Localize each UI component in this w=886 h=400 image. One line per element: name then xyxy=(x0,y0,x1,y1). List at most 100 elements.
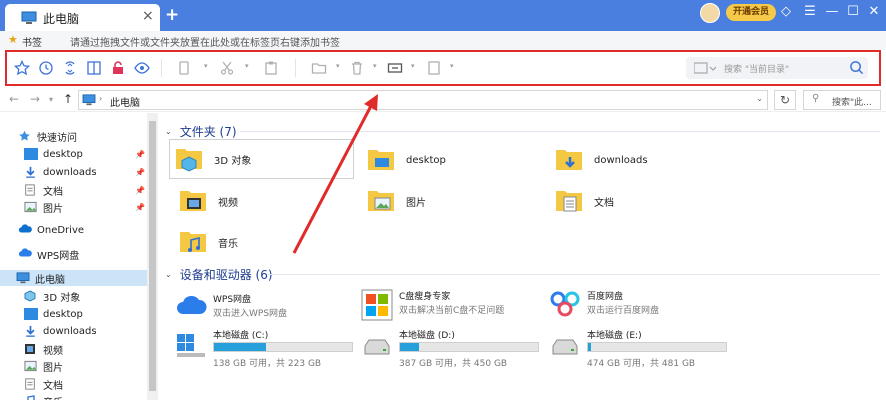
drive-usage-bar xyxy=(399,342,539,352)
pin-icon[interactable]: 📌 xyxy=(135,168,145,177)
sidebar-item-music[interactable]: 音乐 xyxy=(24,393,63,400)
chevron-down-icon[interactable]: ⌄ xyxy=(165,127,172,136)
section-divider xyxy=(268,274,880,275)
drive-usage-fill xyxy=(214,343,267,351)
sidebar-item-label: 视频 xyxy=(43,345,63,357)
bookmark-star-icon: ★ xyxy=(8,33,18,46)
minimize-button[interactable]: — xyxy=(822,3,842,21)
pin-icon[interactable]: 📌 xyxy=(135,186,145,195)
sidebar-item-quick-access[interactable]: 快速访问 xyxy=(18,128,77,144)
folder-downloads[interactable]: downloads xyxy=(554,141,648,179)
drive-usage-fill xyxy=(400,343,420,351)
folder-label: 3D 对象 xyxy=(214,155,252,167)
folder-pictures-icon xyxy=(366,185,398,217)
folder-3d-objects[interactable]: 3D 对象 xyxy=(169,139,354,179)
sidebar-item-label: 图片 xyxy=(43,362,63,374)
vip-button[interactable]: 开通会员 xyxy=(726,4,777,21)
address-search-input[interactable]: 搜索"此... xyxy=(832,95,872,108)
address-search[interactable]: ⚲ 搜索"此... xyxy=(803,90,881,110)
drive-free-space: 387 GB 可用，共 450 GB xyxy=(399,359,508,369)
scrollbar-thumb[interactable] xyxy=(149,121,156,391)
sidebar-item-label: downloads xyxy=(43,325,97,337)
app-wps-drive[interactable]: WPS网盘 双击进入WPS网盘 xyxy=(175,292,355,322)
sidebar-item-pc-pictures[interactable]: 图片 xyxy=(24,358,63,374)
hard-drive-icon xyxy=(361,328,393,361)
maximize-button[interactable]: ☐ xyxy=(843,3,863,21)
address-field[interactable]: › 此电脑 ⌄ xyxy=(78,90,768,110)
close-tab-button[interactable]: × xyxy=(142,8,154,24)
cloud-icon xyxy=(18,224,32,236)
skin-icon[interactable]: ◇ xyxy=(776,3,796,21)
desktop-icon xyxy=(24,148,38,160)
refresh-button[interactable]: ↻ xyxy=(774,90,796,110)
computer-icon xyxy=(82,94,96,109)
title-bar: 此电脑 × + 开通会员 ◇ ☰ — ☐ ✕ xyxy=(0,0,886,31)
app-c-cleaner[interactable]: C盘瘦身专家 双击解决当前C盘不足问题 xyxy=(361,289,541,323)
sidebar-item-videos[interactable]: 视频 xyxy=(24,341,63,357)
breadcrumb-chevron-icon[interactable]: › xyxy=(99,94,102,103)
drive-name: 本地磁盘 (E:) xyxy=(587,331,642,341)
sidebar-item-pictures[interactable]: 图片 xyxy=(24,199,63,215)
drive-c[interactable]: 本地磁盘 (C:) 138 GB 可用，共 223 GB xyxy=(175,328,355,369)
menu-icon[interactable]: ☰ xyxy=(800,3,820,21)
cube-icon xyxy=(24,290,38,302)
chevron-down-icon[interactable]: ⌄ xyxy=(165,270,172,279)
highlight-annotation-box xyxy=(5,50,881,86)
sidebar-item-pc-downloads[interactable]: downloads xyxy=(24,323,97,339)
new-tab-button[interactable]: + xyxy=(165,5,179,25)
folders-header-label: 文件夹 (7) xyxy=(179,125,237,139)
tab-this-pc[interactable]: 此电脑 × xyxy=(5,4,160,31)
recent-chevron-icon[interactable]: ▾ xyxy=(49,95,53,104)
folder-videos[interactable]: 视频 xyxy=(178,182,238,220)
address-bar: ← → ▾ ↑ › 此电脑 ⌄ ↻ ⚲ 搜索"此... xyxy=(0,88,886,112)
devices-section-header[interactable]: ⌄ 设备和驱动器 (6) xyxy=(165,266,273,283)
section-divider xyxy=(240,131,880,132)
sidebar-item-downloads[interactable]: downloads xyxy=(24,164,97,180)
search-icon: ⚲ xyxy=(812,93,820,104)
drive-name: 本地磁盘 (D:) xyxy=(399,331,455,341)
pin-icon[interactable]: 📌 xyxy=(135,203,145,212)
bookmark-label[interactable]: 书签 xyxy=(22,34,42,49)
sidebar-item-desktop[interactable]: desktop xyxy=(24,146,83,162)
up-button[interactable]: ↑ xyxy=(63,92,73,106)
avatar[interactable] xyxy=(700,3,720,23)
folder-documents[interactable]: 文档 xyxy=(554,182,614,220)
sidebar-scrollbar[interactable] xyxy=(147,113,158,400)
back-button[interactable]: ← xyxy=(9,92,19,106)
cloud-icon xyxy=(18,248,32,260)
drive-d[interactable]: 本地磁盘 (D:) 387 GB 可用，共 450 GB xyxy=(361,328,541,369)
cloud-icon xyxy=(175,292,207,319)
folder-desktop[interactable]: desktop xyxy=(366,141,446,179)
folder-3d-icon xyxy=(174,143,206,175)
sidebar-item-label: 文档 xyxy=(43,186,63,198)
sidebar-item-label: OneDrive xyxy=(37,224,85,236)
sidebar-item-documents[interactable]: 文档 xyxy=(24,182,63,198)
breadcrumb[interactable]: 此电脑 xyxy=(110,94,140,109)
folders-section-header[interactable]: ⌄ 文件夹 (7) xyxy=(165,123,237,140)
video-icon xyxy=(24,343,38,355)
sidebar-item-label: downloads xyxy=(43,166,97,178)
pin-icon[interactable]: 📌 xyxy=(135,150,145,159)
folder-music[interactable]: 音乐 xyxy=(178,223,238,261)
sidebar-item-onedrive[interactable]: OneDrive xyxy=(18,222,84,238)
download-icon xyxy=(24,325,38,337)
folder-label: 视频 xyxy=(218,197,238,209)
drive-e[interactable]: 本地磁盘 (E:) 474 GB 可用，共 481 GB xyxy=(549,328,729,369)
sidebar-item-wps[interactable]: WPS网盘 xyxy=(18,246,79,262)
forward-button[interactable]: → xyxy=(30,92,40,106)
folder-pictures[interactable]: 图片 xyxy=(366,182,426,220)
app-baidu-drive[interactable]: 百度网盘 双击运行百度网盘 xyxy=(549,289,729,323)
drive-free-space: 138 GB 可用，共 223 GB xyxy=(213,359,322,369)
close-window-button[interactable]: ✕ xyxy=(864,3,884,21)
download-icon xyxy=(24,166,38,178)
sidebar-item-label: 图片 xyxy=(43,203,63,215)
sidebar-item-pc-documents[interactable]: 文档 xyxy=(24,376,63,392)
desktop-icon xyxy=(24,308,38,320)
chevron-down-icon[interactable]: ⌄ xyxy=(756,94,763,103)
folder-label: desktop xyxy=(406,154,446,166)
sidebar-item-pc-desktop[interactable]: desktop xyxy=(24,306,83,322)
sidebar-item-3d-objects[interactable]: 3D 对象 xyxy=(24,288,80,304)
sidebar-item-this-pc[interactable]: 此电脑 xyxy=(0,270,147,286)
app-name: WPS网盘 xyxy=(213,295,252,305)
sidebar-item-label: 此电脑 xyxy=(35,274,65,286)
